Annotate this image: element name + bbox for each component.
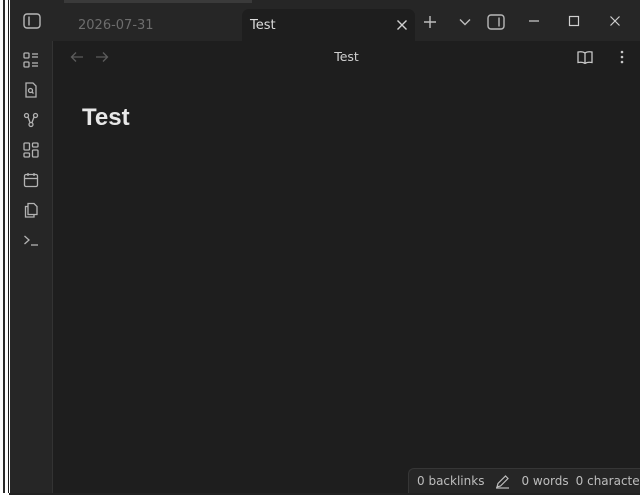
close-icon[interactable] [392, 15, 412, 35]
view-header: Test [53, 41, 640, 73]
terminal-icon[interactable] [21, 230, 41, 250]
tab-daily-note[interactable]: 2026-07-31 [66, 9, 241, 41]
sidebar-toggle-icon[interactable] [22, 11, 42, 31]
graph-icon[interactable] [21, 110, 41, 130]
note-heading[interactable]: Test [82, 104, 130, 132]
maximize-icon[interactable] [566, 13, 582, 29]
tab-bar-divider [64, 0, 252, 3]
tab-label: Test [250, 17, 276, 33]
copy-icon[interactable] [21, 200, 41, 220]
edit-pencil-icon[interactable] [495, 474, 510, 489]
window-frame-left [0, 0, 9, 500]
tab-label: 2026-07-31 [78, 17, 154, 33]
new-tab-icon[interactable] [421, 13, 439, 31]
tab-bar: 2026-07-31 Test [10, 0, 640, 41]
grid-icon[interactable] [21, 140, 41, 160]
word-count: 0 words [521, 474, 569, 488]
chevron-down-icon[interactable] [457, 14, 473, 30]
status-bar: 0 backlinks 0 words 0 characters [408, 468, 640, 493]
window-close-icon[interactable] [607, 13, 623, 29]
backlinks-count[interactable]: 0 backlinks [417, 474, 484, 488]
view-title[interactable]: Test [53, 49, 640, 64]
more-options-icon[interactable] [612, 47, 632, 67]
reading-view-icon[interactable] [575, 47, 595, 67]
file-search-icon[interactable] [21, 80, 41, 100]
tab-test[interactable]: Test [242, 9, 415, 41]
dashboard-icon[interactable] [21, 50, 41, 70]
window-frame-bottom [0, 493, 640, 500]
minimize-icon[interactable] [526, 13, 542, 29]
left-ribbon [10, 41, 53, 493]
character-count: 0 characters [575, 474, 640, 488]
app-window: 2026-07-31 Test Test Test 0 backlinks 0 … [10, 0, 640, 493]
calendar-icon[interactable] [21, 170, 41, 190]
right-sidebar-toggle-icon[interactable] [486, 12, 506, 32]
